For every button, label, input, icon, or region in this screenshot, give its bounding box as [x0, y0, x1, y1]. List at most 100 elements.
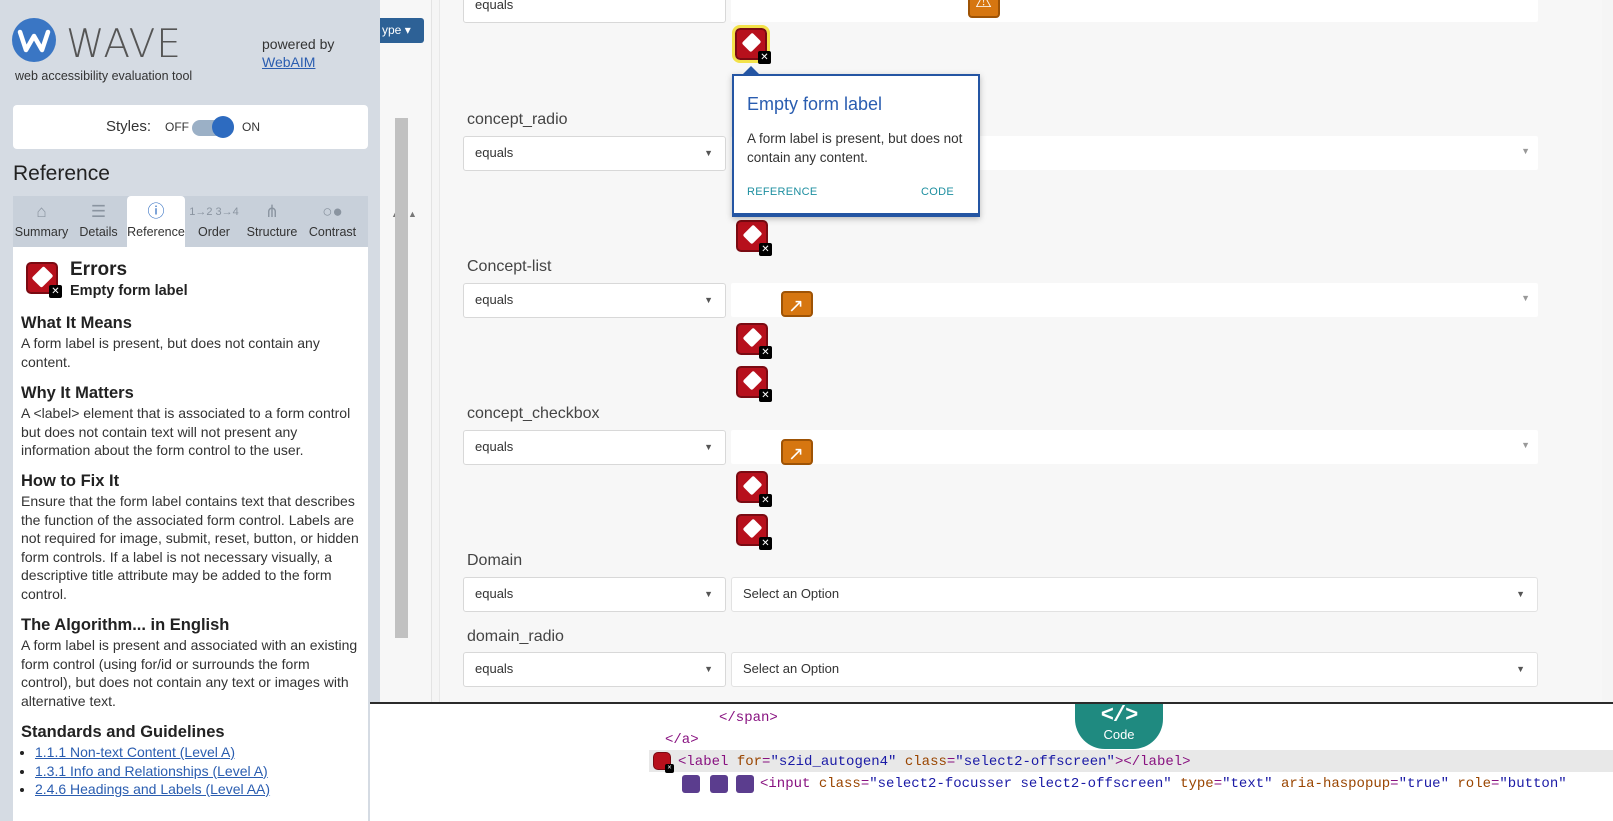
webaim-link[interactable]: WebAIM — [262, 54, 315, 70]
section-heading-standards: Standards and Guidelines — [21, 723, 225, 741]
tab-order[interactable]: 1→2 3→4 Order — [185, 196, 243, 247]
wave-alert-icon[interactable]: ⚠ — [968, 0, 1000, 18]
scroll-up-icon-2[interactable]: ▲ — [408, 209, 417, 219]
code-value: "button" — [1499, 776, 1567, 792]
value-select[interactable]: ▼ — [731, 430, 1538, 464]
operator-select[interactable]: equals ▼ — [463, 283, 726, 318]
code-attr: class — [904, 754, 947, 770]
code-value: "select2-offscreen" — [955, 754, 1115, 770]
wave-error-icon[interactable]: ✕ — [736, 323, 772, 359]
toggle-knob[interactable] — [212, 116, 234, 138]
wave-alert-icon[interactable]: ↗ — [781, 291, 813, 317]
wave-error-icon-small[interactable]: ✕ — [653, 752, 674, 773]
code-attr: role — [1457, 776, 1491, 792]
value-select-top[interactable] — [731, 0, 1538, 22]
field-label: Domain — [467, 552, 523, 569]
aria-icon[interactable] — [682, 775, 700, 793]
tab-label: Summary — [14, 225, 69, 239]
tooltip-body: A form label is present, but does not co… — [747, 131, 963, 165]
scroll-thumb[interactable] — [395, 118, 408, 638]
tooltip-title: Empty form label — [747, 94, 883, 114]
host-left-column: ype ▾ ▲ ▲ — [380, 0, 432, 705]
value-text: Select an Option — [743, 586, 840, 601]
value-select[interactable]: Select an Option ▼ — [731, 577, 1538, 612]
chevron-down-icon: ▼ — [1516, 589, 1525, 599]
standard-link[interactable]: 1.1.1 Non-text Content (Level A) — [35, 744, 235, 760]
operator-value: equals — [475, 145, 514, 160]
wave-alert-icon[interactable]: ↗ — [781, 439, 813, 465]
code-attr: aria-haspopup — [1280, 776, 1391, 792]
tag-icon[interactable] — [736, 775, 754, 793]
tab-structure[interactable]: ⋔ Structure — [243, 196, 301, 247]
order-icon: 1→2 3→4 — [189, 206, 239, 218]
operator-value: equals — [475, 661, 514, 676]
structure-icon: ⋔ — [264, 202, 280, 221]
operator-select[interactable]: equals ▼ — [463, 577, 726, 612]
operator-value: equals — [475, 439, 514, 454]
field-label: concept_checkbox — [467, 405, 600, 422]
section-heading-algorithm: The Algorithm... in English — [21, 616, 230, 634]
wave-tagline: web accessibility evaluation tool — [15, 69, 193, 83]
aria-icon[interactable] — [710, 775, 728, 793]
standards-list: 1.1.1 Non-text Content (Level A) 1.3.1 I… — [21, 743, 270, 799]
screen: ype ▾ ▲ ▲ equals ⚠ ✕ concept_radio equal… — [0, 0, 1613, 821]
wave-tab-bar: ⌂ Summary ☰ Details ⓘ Reference 1→2 3→4 Orde… — [13, 196, 368, 247]
error-tag-icon: ✕ — [26, 262, 62, 298]
field-label: domain_radio — [467, 628, 564, 645]
code-line: </span> — [719, 710, 778, 726]
panel-heading: Reference — [13, 162, 110, 185]
operator-select[interactable]: equals ▼ — [463, 652, 726, 687]
operator-select-top[interactable]: equals — [463, 0, 726, 23]
operator-value: equals — [475, 292, 514, 307]
wave-logo-icon — [12, 18, 56, 62]
type-dropdown-button[interactable]: ype ▾ — [380, 18, 424, 43]
wave-error-icon-selected[interactable]: ✕ — [732, 25, 771, 64]
code-toggle-button[interactable]: </> Code — [1075, 704, 1163, 749]
contrast-icon: ○● — [322, 202, 343, 221]
toggle-on-label: ON — [242, 120, 260, 134]
type-button-label: ype — [382, 23, 402, 37]
chevron-down-icon: ▼ — [704, 442, 713, 452]
code-tag: <label — [678, 754, 737, 770]
tab-label: Reference — [127, 225, 185, 239]
tab-reference[interactable]: ⓘ Reference — [127, 196, 185, 247]
code-value: "true" — [1398, 776, 1449, 792]
chevron-down-icon: ▼ — [1521, 440, 1530, 450]
code-attr: class — [818, 776, 861, 792]
chevron-down-icon: ▼ — [704, 664, 713, 674]
tab-summary[interactable]: ⌂ Summary — [13, 196, 70, 247]
item-name: Empty form label — [70, 283, 188, 299]
code-value: "text" — [1222, 776, 1273, 792]
standard-link[interactable]: 1.3.1 Info and Relationships (Level A) — [35, 763, 268, 779]
tab-label: Order — [198, 225, 230, 239]
wave-error-icon[interactable]: ✕ — [736, 514, 772, 550]
operator-value: equals — [475, 586, 514, 601]
chevron-down-icon: ▼ — [1516, 664, 1525, 674]
section-text-what: A form label is present, but does not co… — [21, 335, 320, 370]
tab-details[interactable]: ☰ Details — [70, 196, 127, 247]
section-text-algorithm: A form label is present and associated w… — [21, 637, 358, 709]
toggle-off-label: OFF — [165, 120, 189, 134]
chevron-down-icon: ▼ — [1521, 146, 1530, 156]
code-attr: type — [1180, 776, 1214, 792]
code-line: </a> — [665, 732, 699, 748]
info-icon: ⓘ — [147, 202, 165, 221]
value-text: Select an Option — [743, 661, 840, 676]
wave-error-icon[interactable]: ✕ — [736, 471, 772, 507]
code-value: "s2id_autogen4" — [770, 754, 897, 770]
list-item: 1.3.1 Info and Relationships (Level A) — [35, 762, 270, 781]
standard-link[interactable]: 2.4.6 Headings and Labels (Level AA) — [35, 781, 270, 797]
code-line-input: <input class="select2-focusser select2-o… — [760, 776, 1567, 792]
tooltip-code-link[interactable]: CODE — [921, 186, 954, 198]
wave-error-icon[interactable]: ✕ — [736, 220, 772, 256]
styles-label: Styles: — [106, 118, 152, 135]
tooltip-reference-link[interactable]: REFERENCE — [747, 186, 818, 198]
wave-error-icon[interactable]: ✕ — [736, 366, 772, 402]
filter-form: equals ⚠ ✕ concept_radio equals ▼ ▼ ✕ Con… — [439, 0, 1602, 705]
operator-select[interactable]: equals ▼ — [463, 430, 726, 465]
value-select[interactable]: ▼ — [731, 283, 1538, 317]
chevron-down-icon: ▼ — [704, 148, 713, 158]
tab-contrast[interactable]: ○● Contrast — [301, 196, 364, 247]
operator-select[interactable]: equals ▼ — [463, 136, 726, 171]
value-select[interactable]: Select an Option ▼ — [731, 652, 1538, 687]
